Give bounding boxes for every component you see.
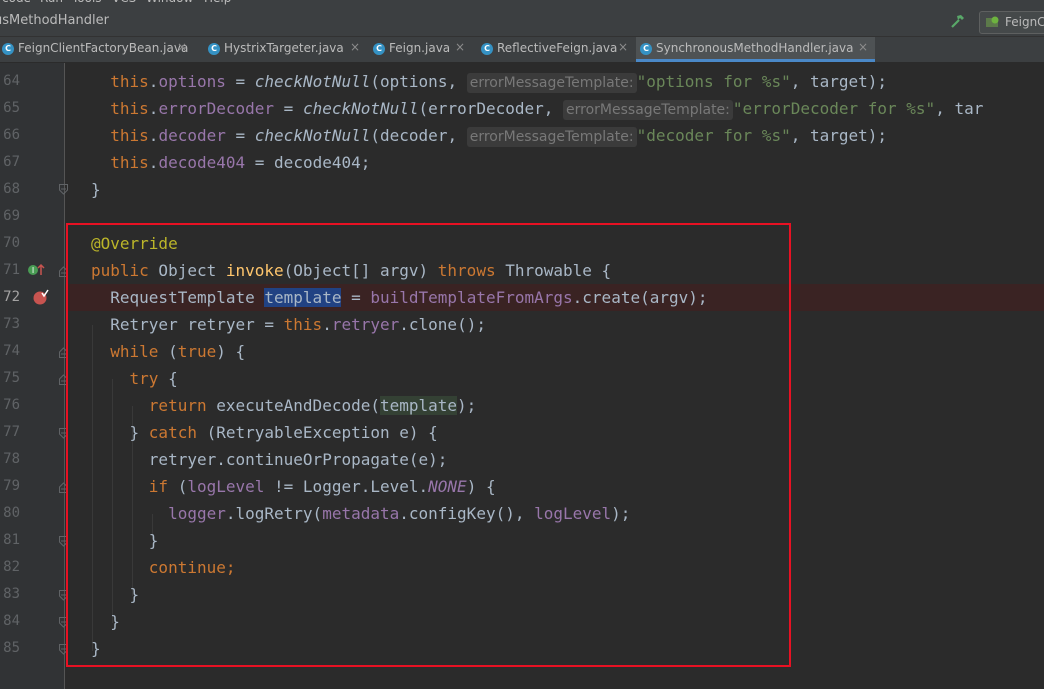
menu-item[interactable]: Tools	[72, 0, 102, 5]
navigation-bar: usMethodHandler FeignC	[0, 6, 1044, 37]
line-number: 82	[3, 559, 20, 575]
code-line: this.options = checkNotNull(options, err…	[110, 72, 888, 93]
line-number: 77	[3, 424, 20, 440]
code-line: }	[91, 180, 101, 199]
tab-synchronous-method-handler[interactable]: C SynchronousMethodHandler.java ×	[636, 37, 875, 62]
class-icon: C	[373, 43, 385, 55]
menu-item[interactable]: VCS	[112, 0, 136, 5]
line-number: 81	[3, 532, 20, 548]
parameter-hint: errorMessageTemplate:	[466, 127, 637, 147]
tab-feign-client-factory-bean[interactable]: C FeignClientFactoryBean.java ×	[0, 37, 191, 62]
line-number: 85	[3, 640, 20, 656]
line-number: 70	[3, 235, 20, 251]
class-icon: C	[208, 43, 220, 55]
implements-method-icon[interactable]: I	[27, 262, 45, 278]
annotation-highlight-box	[66, 223, 791, 667]
close-icon[interactable]: ×	[455, 40, 465, 54]
parameter-hint: errorMessageTemplate:	[466, 73, 637, 93]
tab-feign[interactable]: C Feign.java ×	[369, 37, 471, 62]
editor-tabs: C FeignClientFactoryBean.java × C Hystri…	[0, 37, 1044, 63]
close-icon[interactable]: ×	[350, 40, 360, 54]
close-icon[interactable]: ×	[618, 40, 628, 54]
line-number: 76	[3, 397, 20, 413]
line-number: 74	[3, 343, 20, 359]
spring-boot-icon	[986, 16, 999, 27]
menu-item[interactable]: Help	[204, 0, 231, 5]
menu-item[interactable]: Window	[146, 0, 193, 5]
line-number: 73	[3, 316, 20, 332]
line-number: 66	[3, 127, 20, 143]
parameter-hint: errorMessageTemplate:	[563, 100, 733, 120]
run-configuration-selector[interactable]: FeignC	[979, 11, 1044, 34]
line-number: 69	[3, 208, 20, 224]
breakpoint-icon[interactable]	[32, 289, 50, 305]
line-number: 65	[3, 100, 20, 116]
close-icon[interactable]: ×	[858, 40, 868, 54]
code-line: this.decoder = checkNotNull(decoder, err…	[110, 126, 888, 147]
line-number: 75	[3, 370, 20, 386]
tab-hystrix-targeter[interactable]: C HystrixTargeter.java ×	[204, 37, 362, 62]
line-number: 80	[3, 505, 20, 521]
line-number: 79	[3, 478, 20, 494]
breadcrumb[interactable]: usMethodHandler	[0, 13, 109, 28]
run-config-label: FeignC	[1005, 15, 1044, 29]
close-icon[interactable]: ×	[177, 40, 187, 54]
line-number: 64	[3, 73, 20, 89]
code-line: this.errorDecoder = checkNotNull(errorDe…	[110, 99, 984, 120]
line-number: 68	[3, 181, 20, 197]
menu-item[interactable]: Run	[40, 0, 63, 5]
line-number: 78	[3, 451, 20, 467]
menu-item[interactable]: code	[2, 0, 31, 5]
class-icon: C	[640, 43, 652, 55]
tab-reflective-feign[interactable]: C ReflectiveFeign.java ×	[477, 37, 632, 62]
code-line: this.decode404 = decode404;	[110, 153, 371, 172]
line-number: 83	[3, 586, 20, 602]
editor-gutter[interactable]: 64 65 66 67 68 69 70 71 72 73 74 75 76 7…	[0, 63, 68, 689]
hammer-icon[interactable]	[950, 13, 966, 29]
line-number: 72	[3, 289, 20, 305]
line-number: 84	[3, 613, 20, 629]
class-icon: C	[481, 43, 493, 55]
line-number: 71	[3, 262, 20, 278]
class-icon: C	[2, 43, 14, 55]
svg-text:I: I	[32, 266, 34, 275]
line-number: 67	[3, 154, 20, 170]
